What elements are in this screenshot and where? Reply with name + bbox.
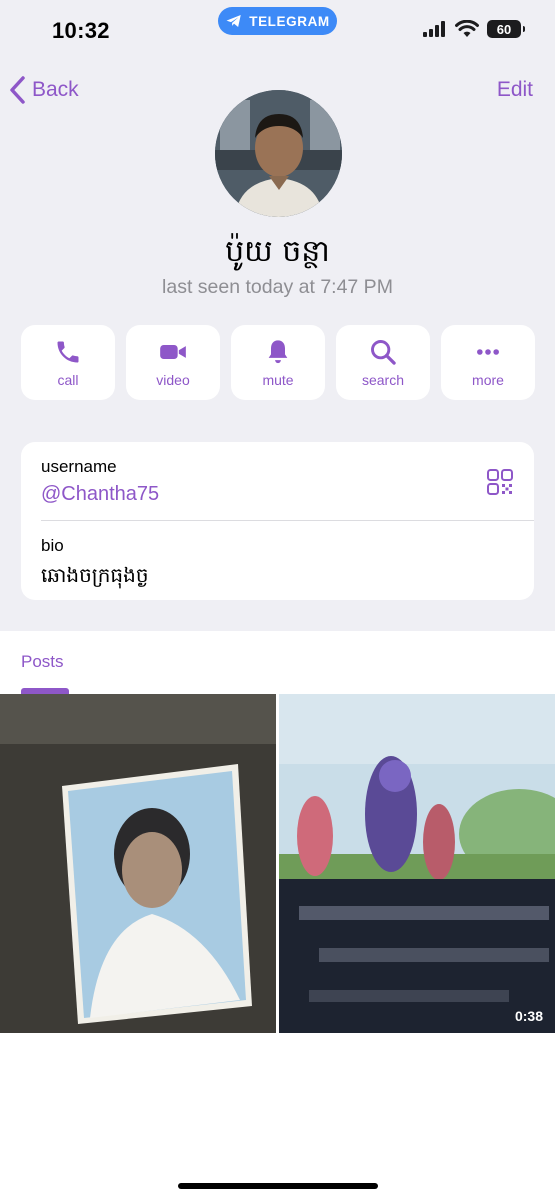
edit-button[interactable]: Edit [497, 78, 533, 102]
status-icons: 60 [423, 20, 525, 38]
video-duration: 0:38 [514, 1008, 543, 1024]
telegram-pill-label: TELEGRAM [249, 13, 330, 29]
bio-label: bio [41, 536, 64, 555]
status-time: 10:32 [52, 18, 110, 43]
username-label: username [41, 457, 117, 476]
avatar-photo [215, 90, 342, 217]
more-button[interactable]: more [441, 325, 535, 400]
call-label: call [57, 371, 79, 388]
post-thumbnail-video[interactable]: 0:38 [279, 694, 555, 1033]
back-label: Back [32, 78, 79, 101]
last-seen-status: last seen today at 7:47 PM [162, 276, 393, 298]
mute-button[interactable]: mute [231, 325, 325, 400]
mute-label: mute [262, 371, 294, 388]
bell-icon [268, 339, 288, 363]
username-value[interactable]: @Chantha75 [41, 483, 159, 506]
action-buttons: call video mute search more [21, 325, 535, 400]
profile-name: ប៉ូយ ចន្ថា [225, 234, 330, 269]
signal-icon [423, 21, 445, 37]
qr-code-icon[interactable] [486, 468, 514, 496]
bio-value: ឆោងចក្រធុងច្ង [41, 563, 149, 587]
home-indicator[interactable] [178, 1183, 378, 1189]
post-photo-image [0, 694, 276, 1033]
telegram-plane-icon [226, 15, 241, 27]
telegram-pill[interactable]: TELEGRAM [218, 7, 337, 35]
video-label: video [156, 371, 190, 388]
back-button[interactable]: Back [8, 74, 79, 106]
info-card: username @Chantha75 bio ឆោងចក្រធុងច្ង [21, 442, 534, 600]
post-thumbnail-photo[interactable] [0, 694, 276, 1033]
video-button[interactable]: video [126, 325, 220, 400]
video-camera-icon [160, 344, 186, 359]
avatar[interactable] [215, 90, 342, 217]
post-video-image [279, 694, 555, 1033]
tab-posts[interactable]: Posts [21, 652, 64, 672]
call-button[interactable]: call [21, 325, 115, 400]
more-label: more [472, 371, 504, 388]
info-divider [41, 520, 534, 521]
search-icon [371, 339, 396, 365]
wifi-icon [455, 20, 479, 37]
chevron-left-icon [10, 76, 25, 104]
search-button[interactable]: search [336, 325, 430, 400]
battery-icon: 60 [487, 20, 525, 38]
more-dots-icon [477, 348, 499, 355]
search-label: search [361, 371, 405, 388]
phone-icon [57, 341, 79, 362]
